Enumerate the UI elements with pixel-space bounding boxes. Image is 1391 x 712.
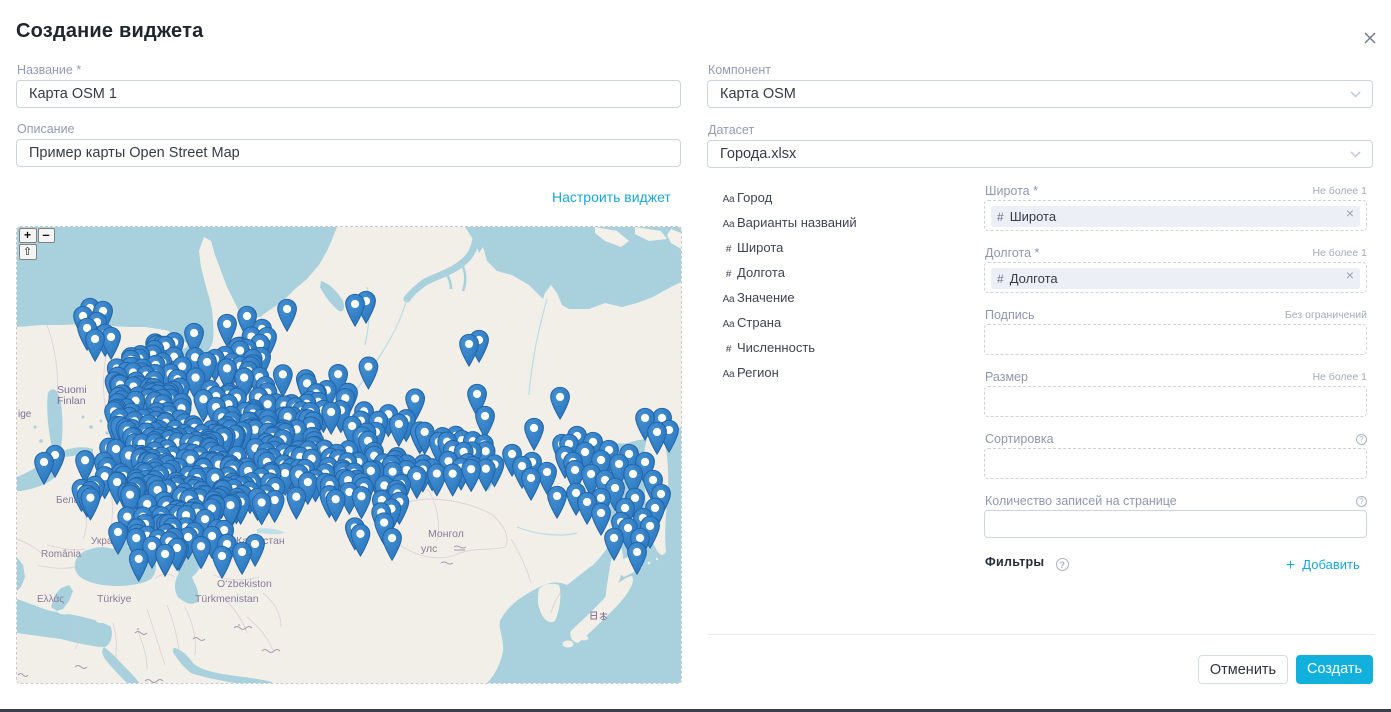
svg-text:Ελλάς: Ελλάς	[37, 593, 64, 605]
svg-text:улс: улс	[421, 543, 437, 555]
svg-text:ige: ige	[18, 409, 32, 420]
svg-text:Oʻzbekiston: Oʻzbekiston	[217, 578, 272, 590]
svg-text:România: România	[41, 549, 81, 560]
svg-text:Türkmenistan: Türkmenistan	[195, 593, 259, 605]
svg-text:Türkiye: Türkiye	[97, 593, 132, 605]
svg-text:Finlan: Finlan	[57, 395, 86, 407]
svg-text:Монгол: Монгол	[428, 528, 464, 540]
